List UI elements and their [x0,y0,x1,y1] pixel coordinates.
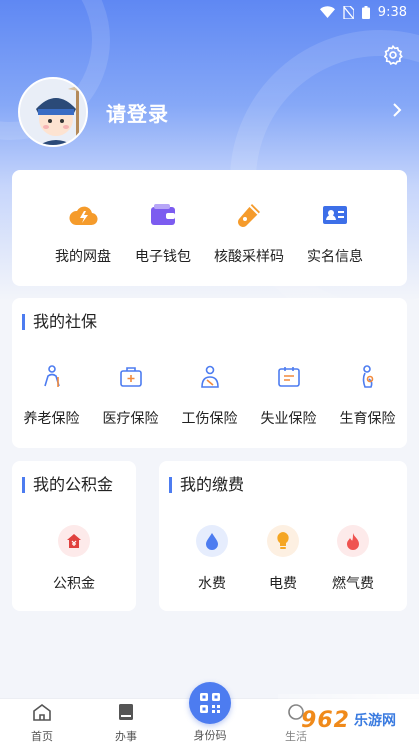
tab-services[interactable]: 办事 [86,703,166,744]
maternity-icon [355,364,381,390]
tab-home[interactable]: 首页 [2,703,82,744]
social-item-label: 养老保险 [23,411,80,427]
tab-label: 办事 [115,730,137,743]
login-profile-row[interactable]: 请登录 [18,76,410,148]
home-icon [33,704,51,721]
social-item-label: 生育保险 [339,411,396,427]
quick-item-label: 实名信息 [307,249,363,265]
avatar [18,77,88,147]
tab-label: 身份码 [193,729,227,742]
quick-item-label: 核酸采样码 [214,249,284,265]
payments-card: 我的缴费 水费 电费 燃气费 [159,461,407,611]
social-item-label: 医疗保险 [102,411,159,427]
qr-code-icon [200,693,220,713]
payment-item-water[interactable]: 水费 [181,525,243,593]
test-tube-icon [234,200,264,230]
social-item-label: 失业保险 [260,411,317,427]
section-title-payments: 我的缴费 [169,477,244,493]
cloud-icon [68,200,98,230]
payment-item-label: 水费 [198,576,226,592]
watermark-logo: 962 乐游网 [278,694,419,746]
chevron-right-icon [393,103,402,117]
status-time: 9:38 [377,4,407,20]
quick-item-nucleic-code[interactable]: 核酸采样码 [204,200,294,266]
unemployment-icon [276,364,302,390]
login-label: 请登录 [106,101,169,126]
section-title-social: 我的社保 [22,314,97,330]
watermark-sub: 乐游网 [353,713,396,729]
water-drop-icon [196,525,228,557]
no-sim-icon [343,5,354,19]
tab-identity-code[interactable] [189,682,231,724]
settings-gear-icon[interactable] [382,44,404,66]
social-item-pension[interactable]: 养老保险 [12,364,91,428]
quick-item-cloud-drive[interactable]: 我的网盘 [38,200,128,266]
quick-actions-card: 我的网盘 电子钱包 核酸采样码 实名信息 [12,170,407,286]
flame-icon [337,525,369,557]
quick-item-wallet[interactable]: 电子钱包 [118,200,208,266]
social-item-medical[interactable]: 医疗保险 [91,364,170,428]
medical-kit-icon [118,364,144,390]
fund-item-housing-fund[interactable]: 公积金 [43,525,105,593]
payment-item-label: 燃气费 [332,576,374,592]
quick-item-label: 电子钱包 [135,249,191,265]
payment-item-electricity[interactable]: 电费 [252,525,314,593]
social-item-unemployment[interactable]: 失业保险 [249,364,328,428]
quick-item-label: 我的网盘 [55,249,111,265]
social-item-maternity[interactable]: 生育保险 [328,364,407,428]
section-title-fund: 我的公积金 [22,477,113,493]
injury-icon [197,364,223,390]
light-bulb-icon [267,525,299,557]
social-security-card: 我的社保 养老保险 医疗保险 工伤保险 失业保险 生育保险 [12,298,407,448]
fund-item-label: 公积金 [53,576,95,592]
id-card-icon [320,200,350,230]
watermark-text: 962 [301,707,350,733]
social-item-injury[interactable]: 工伤保险 [170,364,249,428]
status-bar: 9:38 [0,0,419,24]
housing-fund-card: 我的公积金 公积金 [12,461,136,611]
payment-item-label: 电费 [269,576,297,592]
book-icon [119,704,133,720]
quick-item-real-name[interactable]: 实名信息 [290,200,380,266]
payment-item-gas[interactable]: 燃气费 [322,525,384,593]
battery-icon [361,5,370,19]
house-fund-icon [58,525,90,557]
social-item-label: 工伤保险 [181,411,238,427]
elderly-icon [39,364,65,390]
tab-label: 首页 [31,730,53,743]
wallet-icon [148,200,178,230]
wifi-icon [319,6,335,18]
